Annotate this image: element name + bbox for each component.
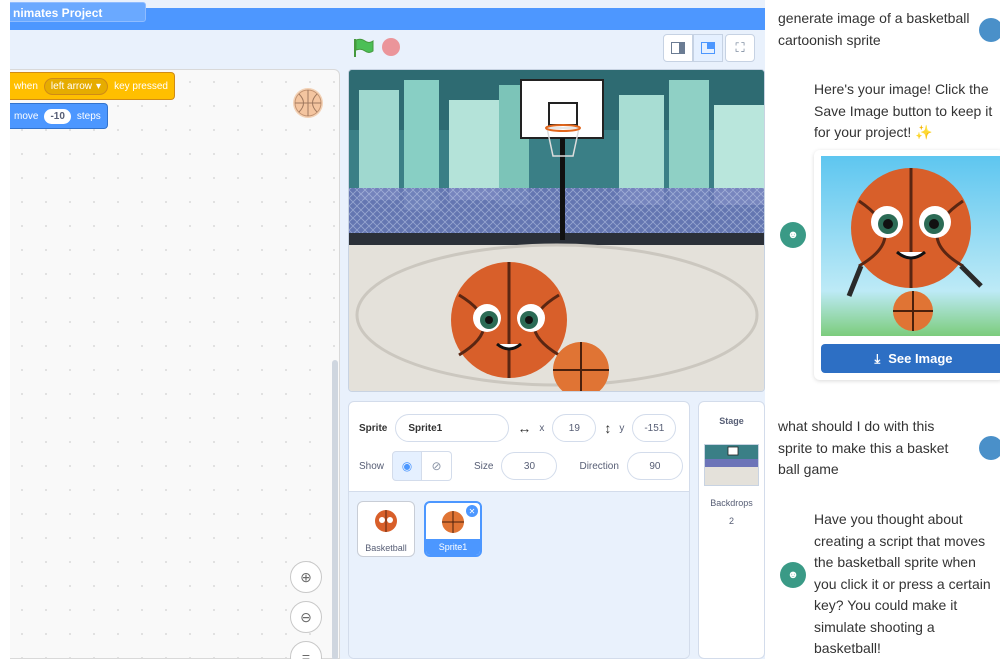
sprite-tile-sprite1[interactable]: Sprite1 ✕ [424,501,482,557]
robot-icon: ☻ [787,569,799,581]
bot-avatar: ☻ [780,222,806,248]
size-label: Size [474,460,494,472]
code-scrollbar[interactable] [332,360,338,659]
user-avatar [979,18,1000,42]
eye-icon: ◉ [401,459,413,473]
chat-message-bot: Have you thought about creating a script… [814,511,991,656]
sprite-name-row: Sprite Sprite1 ↔ x 19 ↕ y -151 [359,414,677,442]
bot-avatar: ☻ [780,562,806,588]
x-label: x [539,422,545,434]
stage-canvas[interactable] [348,69,765,392]
download-icon: ⤓ [874,350,881,366]
sprite-name-input[interactable]: Sprite1 [395,414,510,442]
stage-backdrop-thumbnail [704,444,759,486]
chevron-down-icon: ▾ [96,80,102,92]
zoom-out-icon: ⊖ [300,608,312,625]
visibility-toggle: ◉ ⊘ [392,451,453,481]
x-input[interactable]: 19 [552,414,597,442]
key-pressed-label: key pressed [114,80,168,92]
chat-message-bot: Here's your image! Click the Save Image … [814,81,993,140]
small-stage-button[interactable] [663,34,693,62]
when-label: when [14,80,38,92]
basketball-thumbnail [442,511,464,533]
sprite-label: Sprite [359,422,388,434]
robot-icon: ☻ [787,229,799,241]
sprite-list: Basketball Sprite1 ✕ [349,491,689,658]
direction-input[interactable]: 90 [626,452,683,480]
stage-scene [349,70,764,391]
backdrops-label: Backdrops [710,498,753,508]
zoom-in-button[interactable]: ⊕ [290,561,322,593]
move-label: move [14,110,39,122]
when-key-pressed-block[interactable]: when left arrow ▾ key pressed [10,72,175,100]
size-input[interactable]: 30 [501,452,558,480]
show-visible-button[interactable]: ◉ [392,451,423,481]
backdrops-count: 2 [728,516,734,526]
steps-input[interactable]: -10 [44,108,71,124]
stop-button[interactable] [382,38,400,56]
normal-stage-button[interactable] [693,34,723,62]
direction-label: Direction [579,460,619,472]
sprite-tile-label: Basketball [365,543,407,553]
show-label: Show [359,460,385,472]
current-sprite-thumbnail [293,88,323,118]
user-avatar [979,436,1000,460]
menu-bar: nimates Project [10,2,765,30]
chat-message-user: generate image of a basketball cartoonis… [778,10,970,48]
sprite-tile-basketball[interactable]: Basketball [357,501,415,557]
generated-basketball-image [821,156,1000,336]
project-title-field[interactable]: nimates Project [10,2,146,22]
code-workspace[interactable]: when left arrow ▾ key pressed move -10 s… [10,69,340,659]
stage-target-pane[interactable]: Stage Backdrops 2 [698,401,765,659]
see-image-label: See Image [888,351,953,366]
sprite-info-pane: Sprite Sprite1 ↔ x 19 ↕ y -151 Show ◉ ⊘ [348,401,690,659]
x-arrows-icon: ↔ [517,420,532,436]
small-stage-icon [671,42,685,54]
delete-sprite-icon[interactable]: ✕ [466,505,478,517]
fullscreen-button[interactable]: ⛶ [725,34,755,62]
basketball-character-thumbnail [375,510,397,532]
see-image-button[interactable]: ⤓ See Image [821,344,1000,373]
move-steps-block[interactable]: move -10 steps [10,103,108,129]
y-label: y [619,422,625,434]
green-flag-icon [354,38,374,57]
zoom-reset-button[interactable]: = [290,641,322,659]
key-dropdown[interactable]: left arrow ▾ [43,77,109,95]
steps-label: steps [76,110,101,122]
assistant-chat-panel: generate image of a basketball cartoonis… [765,0,1000,659]
sprite-tile-label: Sprite1 [426,539,480,555]
chat-message-user: what should I do with this sprite to mak… [778,418,949,477]
normal-stage-icon [701,42,715,54]
zoom-reset-icon: = [301,649,311,659]
eye-slash-icon: ⊘ [431,459,442,473]
app-root: nimates Project when left arrow ▾ key pr… [0,0,1000,659]
y-input[interactable]: -151 [632,414,677,442]
zoom-out-button[interactable]: ⊖ [290,601,322,633]
key-dropdown-value: left arrow [50,80,93,92]
generated-image-card: ⤓ See Image [814,150,1000,380]
stage-pane-title: Stage [719,416,744,426]
fullscreen-icon: ⛶ [735,40,745,55]
show-hidden-button[interactable]: ⊘ [422,451,453,481]
y-arrows-icon: ↕ [604,420,612,436]
zoom-in-icon: ⊕ [300,568,312,585]
scratch-editor: nimates Project when left arrow ▾ key pr… [10,0,765,659]
sprite-props-row: Show ◉ ⊘ Size 30 Direction 90 [359,451,683,481]
green-flag-button[interactable] [352,38,374,63]
